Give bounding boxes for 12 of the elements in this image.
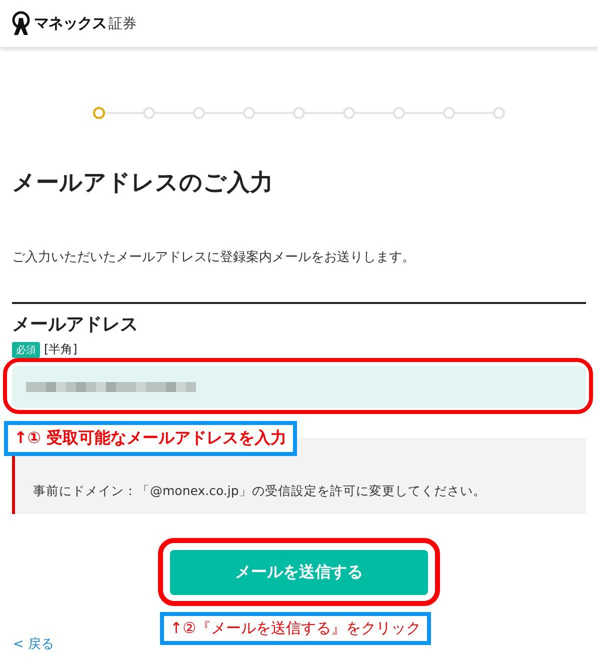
description-text: ご入力いただいたメールアドレスに登録案内メールをお送りします。 [12,249,416,266]
annotation-callout: ↑① 受取可能なメールアドレスを入力 [4,421,297,456]
page-title: メールアドレスのご入力 [12,169,274,198]
email-input-field[interactable] [12,366,586,408]
half-width-hint: [半角] [44,341,78,358]
field-label: メールアドレス [12,313,139,336]
company-logo[interactable]: マネックス 証券 [10,10,136,36]
annotation-callout: ↑②『メールを送信する』をクリック [160,612,432,645]
logo-figure-icon [10,10,32,36]
required-tag: 必須 [12,342,40,358]
back-link[interactable]: < 戻る [13,637,54,652]
send-email-button[interactable]: メールを送信する [170,550,428,595]
